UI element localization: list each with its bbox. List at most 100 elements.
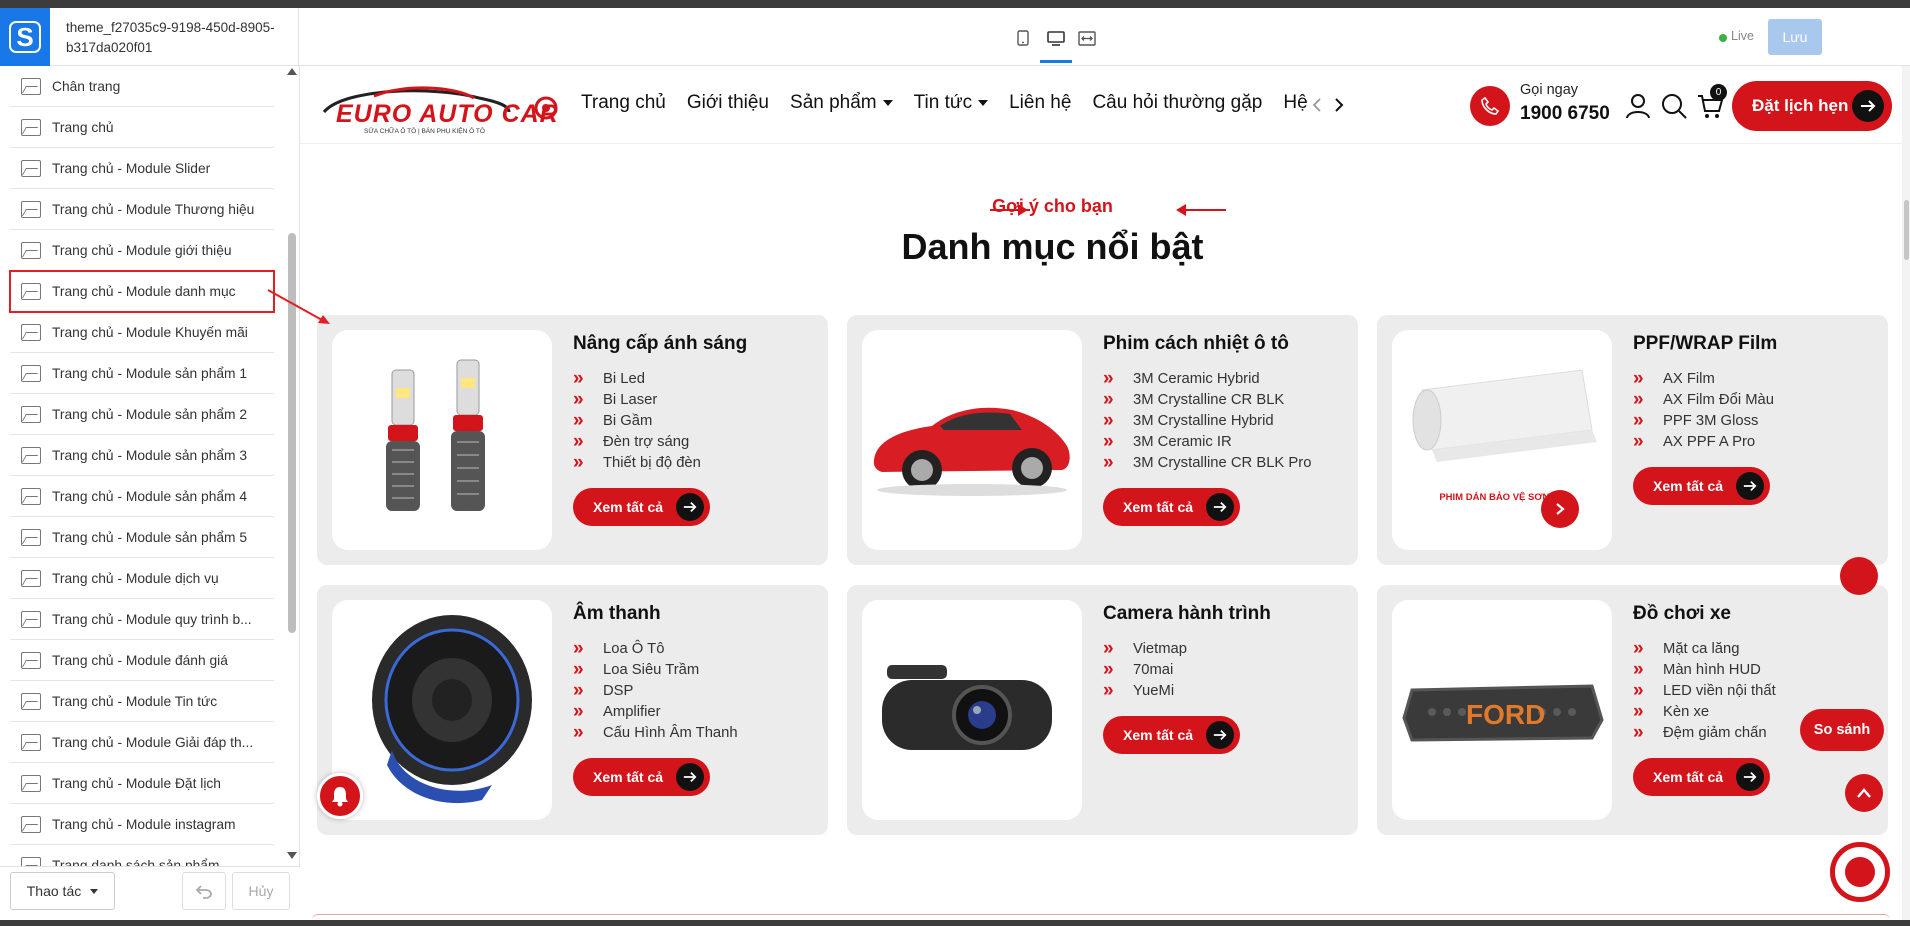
sidebar-item[interactable]: Trang chủ - Module Slider [10,148,274,189]
book-appointment-button[interactable]: Đặt lịch hẹn [1732,81,1892,131]
ppf-film-roll-image[interactable]: PHIM DÁN BẢO VỆ SƠN XE [1392,330,1612,550]
card-link[interactable]: 3M Crystalline Hybrid [1103,410,1311,432]
sidebar-item[interactable]: Trang chủ - Module sản phẩm 4 [10,476,274,517]
save-button[interactable]: Lưu [1768,19,1822,55]
sidebar-item[interactable]: Trang chủ - Module đánh giá [10,640,274,681]
sidebar-item[interactable]: Trang chủ - Module Tin tức [10,681,274,722]
card-title[interactable]: Đồ chơi xe [1633,603,1731,625]
card-title[interactable]: Camera hành trình [1103,603,1271,625]
red-car-image[interactable] [862,330,1082,550]
nav-item-about[interactable]: Giới thiệu [687,92,769,114]
sidebar-item[interactable]: Trang chủ [10,107,274,148]
card-link[interactable]: Loa Siêu Trầm [573,659,738,681]
card-link[interactable]: AX Film [1633,368,1774,390]
sidebar-item-label: Trang chủ - Module sản phẩm 1 [52,365,248,381]
sidebar-item[interactable]: Chân trang [10,66,274,107]
sidebar-item-label: Trang chủ - Module Thương hiệu [52,201,255,217]
sidebar-item[interactable]: Trang chủ - Module Giải đáp th... [10,722,274,763]
card-link[interactable]: 70mai [1103,659,1187,681]
sapo-logo[interactable]: S [0,8,50,66]
card-title[interactable]: Nâng cấp ánh sáng [573,333,747,355]
card-link[interactable]: Amplifier [573,701,738,723]
card-link[interactable]: 3M Crystalline CR BLK Pro [1103,452,1311,474]
card-link[interactable]: YueMi [1103,680,1187,702]
sidebar-item[interactable]: Trang chủ - Module danh mục [9,270,275,313]
sidebar-item[interactable]: Trang chủ - Module sản phẩm 3 [10,435,274,476]
card-link[interactable]: AX Film Đổi Màu [1633,389,1774,411]
card-link[interactable]: Màn hình HUD [1633,659,1776,681]
card-link[interactable]: AX PPF A Pro [1633,431,1774,453]
card-link[interactable]: LED viền nội thất [1633,680,1776,702]
sidebar-item[interactable]: Trang chủ - Module Đặt lịch [10,763,274,804]
subwoofer-image[interactable] [332,600,552,820]
slider-next-button[interactable] [1541,490,1579,528]
see-all-button[interactable]: Xem tất cả [1633,758,1770,796]
sidebar-item[interactable]: Trang chủ - Module quy trình b... [10,599,274,640]
card-link[interactable]: Loa Ô Tô [573,638,738,660]
grille-image[interactable]: FORD [1392,600,1612,820]
dashcam-image[interactable] [862,600,1082,820]
card-link[interactable]: Bi Gầm [573,410,701,432]
sidebar-item[interactable]: Trang chủ - Module sản phẩm 5 [10,517,274,558]
nav-item-news[interactable]: Tin tức [914,92,989,114]
card-link[interactable]: 3M Ceramic IR [1103,431,1311,453]
notification-bell-button[interactable] [317,773,363,819]
card-title[interactable]: Âm thanh [573,603,661,625]
compare-button[interactable]: So sánh [1800,709,1884,751]
sidebar-item[interactable]: Trang chủ - Module instagram [10,804,274,845]
brand-logo[interactable]: EURO AUTO CAR SỬA CHỮA Ô TÔ | BÁN PHỤ KI… [314,78,564,138]
fullwidth-view-icon[interactable] [1076,28,1098,48]
see-all-button[interactable]: Xem tất cả [573,488,710,526]
card-title[interactable]: PPF/WRAP Film [1633,333,1777,355]
sidebar-item[interactable]: Trang chủ - Module sản phẩm 1 [10,353,274,394]
see-all-button[interactable]: Xem tất cả [573,758,710,796]
card-link[interactable]: Bi Laser [573,389,701,411]
card-link[interactable]: Thiết bị độ đèn [573,452,701,474]
back-to-top-button[interactable] [1845,774,1883,812]
nav-prev-icon[interactable] [1312,96,1322,119]
card-link[interactable]: PPF 3M Gloss [1633,410,1774,432]
phone-icon[interactable] [1470,86,1510,126]
sidebar-item[interactable]: Trang chủ - Module giới thiệu [10,230,274,271]
sidebar-item[interactable]: Trang chủ - Module Khuyến mãi [10,312,274,353]
card-link[interactable]: Đèn trợ sáng [573,431,701,453]
nav-next-icon[interactable] [1334,96,1344,119]
undo-button[interactable] [182,872,226,910]
see-all-button[interactable]: Xem tất cả [1103,716,1240,754]
nav-item-contact[interactable]: Liên hệ [1009,92,1071,114]
phone-number[interactable]: 1900 6750 [1520,103,1610,125]
card-link[interactable]: 3M Ceramic Hybrid [1103,368,1311,390]
user-icon[interactable] [1624,92,1652,120]
actions-dropdown[interactable]: Thao tác [10,872,115,910]
scroll-down-icon[interactable] [287,852,297,859]
nav-item-home[interactable]: Trang chủ [581,92,666,114]
nav-item-system[interactable]: Hệ [1283,92,1307,114]
mobile-view-icon[interactable] [1012,28,1034,48]
see-all-button[interactable]: Xem tất cả [1633,467,1770,505]
card-link[interactable]: Vietmap [1103,638,1187,660]
search-icon[interactable] [1660,92,1688,120]
card-link[interactable]: 3M Crystalline CR BLK [1103,389,1311,411]
see-all-button[interactable]: Xem tất cả [1103,488,1240,526]
sidebar-item[interactable]: Trang chủ - Module sản phẩm 2 [10,394,274,435]
nav-item-products[interactable]: Sản phẩm [790,92,893,114]
desktop-view-icon[interactable] [1045,28,1067,48]
card-link[interactable]: DSP [573,680,738,702]
cancel-button[interactable]: Hủy [232,872,290,910]
card-link[interactable]: Cấu Hình Âm Thanh [573,722,738,744]
nav-item-faq[interactable]: Câu hỏi thường gặp [1092,92,1262,114]
sidebar-item[interactable]: Trang chủ - Module dịch vụ [10,558,274,599]
card-link[interactable]: Bi Led [573,368,701,390]
slider-next-button-2[interactable] [1840,557,1878,595]
scroll-up-icon[interactable] [287,68,297,75]
main-nav: Trang chủ Giới thiệu Sản phẩm Tin tức Li… [581,92,1308,114]
headlight-bulbs-image[interactable] [332,330,552,550]
card-link[interactable]: Kèn xe [1633,701,1776,723]
preview-scrollbar[interactable] [1902,66,1910,920]
preview-scrollbar-thumb[interactable] [1904,200,1909,260]
sidebar-item[interactable]: Trang chủ - Module Thương hiệu [10,189,274,230]
card-title[interactable]: Phim cách nhiệt ô tô [1103,333,1289,355]
card-link[interactable]: Mặt ca lăng [1633,638,1776,660]
card-link[interactable]: Đệm giảm chấn [1633,722,1776,744]
sidebar-scrollbar[interactable] [288,233,296,633]
